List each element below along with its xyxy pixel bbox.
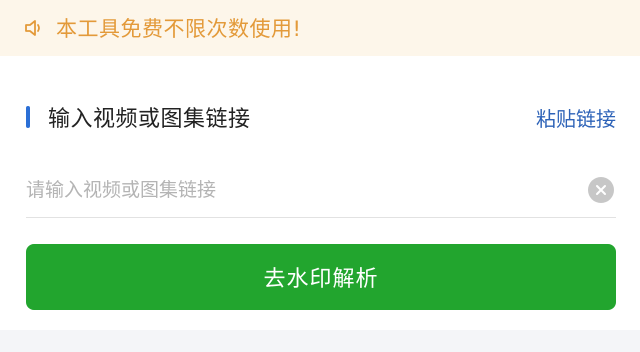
section-header: 输入视频或图集链接 粘贴链接 bbox=[26, 100, 616, 134]
bottom-strip bbox=[0, 330, 640, 352]
remove-watermark-button[interactable]: 去水印解析 bbox=[26, 244, 616, 310]
link-input[interactable] bbox=[26, 169, 546, 210]
link-input-row bbox=[26, 162, 616, 218]
speaker-icon bbox=[22, 16, 46, 40]
accent-bar bbox=[26, 106, 30, 128]
section-title: 输入视频或图集链接 bbox=[48, 107, 251, 132]
clear-icon[interactable] bbox=[588, 176, 614, 203]
notice-text: 本工具免费不限次数使用! bbox=[56, 17, 302, 41]
notice-banner: 本工具免费不限次数使用! bbox=[0, 0, 640, 56]
section-title-group: 输入视频或图集链接 bbox=[26, 101, 251, 133]
paste-link-button[interactable]: 粘贴链接 bbox=[536, 103, 616, 132]
